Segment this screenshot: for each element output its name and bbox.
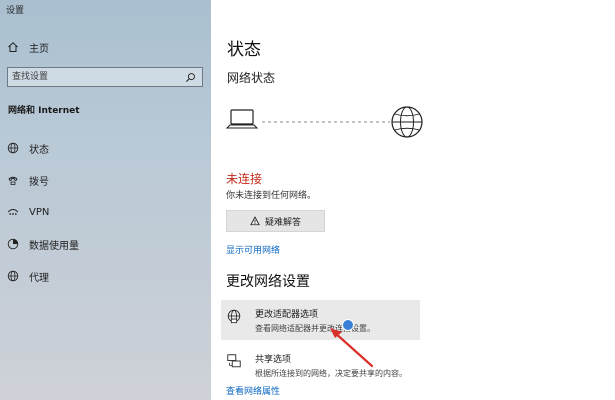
phone-icon — [6, 173, 20, 187]
search-icon[interactable] — [183, 70, 197, 84]
sidebar-item-home[interactable]: 主页 — [0, 35, 211, 59]
sidebar-item-label: 状态 — [29, 144, 49, 156]
sidebar-item-label: 主页 — [29, 43, 49, 55]
connection-status: 未连接 — [226, 172, 263, 186]
network-diagram — [226, 106, 423, 138]
troubleshoot-label: 疑难解答 — [264, 217, 301, 228]
sidebar-item-status[interactable]: 状态 — [0, 136, 211, 160]
search-box[interactable] — [7, 67, 203, 87]
vpn-icon — [6, 205, 20, 219]
page-title: 状态 — [227, 40, 261, 60]
globe-icon — [6, 141, 20, 155]
data-usage-icon — [6, 237, 20, 251]
troubleshoot-button[interactable]: 疑难解答 — [226, 210, 325, 232]
laptop-icon — [226, 109, 259, 129]
sidebar-item-vpn[interactable]: VPN — [0, 200, 211, 224]
adapter-icon — [226, 308, 246, 340]
app-title: 设置 — [6, 6, 25, 16]
warning-icon — [250, 216, 260, 226]
sidebar: 设置 主页 网络和 Internet 状态 拨号 VPN 数据 — [0, 0, 211, 400]
search-input[interactable] — [8, 68, 183, 86]
show-available-networks-link[interactable]: 显示可用网络 — [226, 243, 280, 256]
network-status-heading: 网络状态 — [227, 71, 276, 85]
sidebar-item-label: VPN — [29, 206, 50, 218]
section-label-network: 网络和 Internet — [8, 106, 80, 116]
change-settings-heading: 更改网络设置 — [226, 274, 310, 290]
main-content: 状态 网络状态 未连接 你未连接到任何网络。 疑难解答 显示可用网络 更改网络设… — [211, 0, 615, 400]
connection-status-desc: 你未连接到任何网络。 — [226, 191, 317, 201]
view-network-properties-link[interactable]: 查看网络属性 — [226, 384, 280, 397]
sharing-icon — [226, 353, 246, 385]
internet-globe-icon — [391, 106, 423, 138]
globe-icon — [6, 269, 20, 283]
sidebar-item-data-usage[interactable]: 数据使用量 — [0, 232, 211, 256]
sidebar-item-label: 代理 — [29, 272, 49, 284]
setting-title: 更改适配器选项 — [255, 310, 319, 320]
home-icon — [6, 40, 20, 54]
red-arrow-icon — [330, 328, 374, 368]
sidebar-item-label: 拨号 — [29, 176, 49, 188]
sidebar-item-dialup[interactable]: 拨号 — [0, 168, 211, 192]
sidebar-item-proxy[interactable]: 代理 — [0, 264, 211, 288]
sidebar-item-label: 数据使用量 — [29, 240, 79, 252]
